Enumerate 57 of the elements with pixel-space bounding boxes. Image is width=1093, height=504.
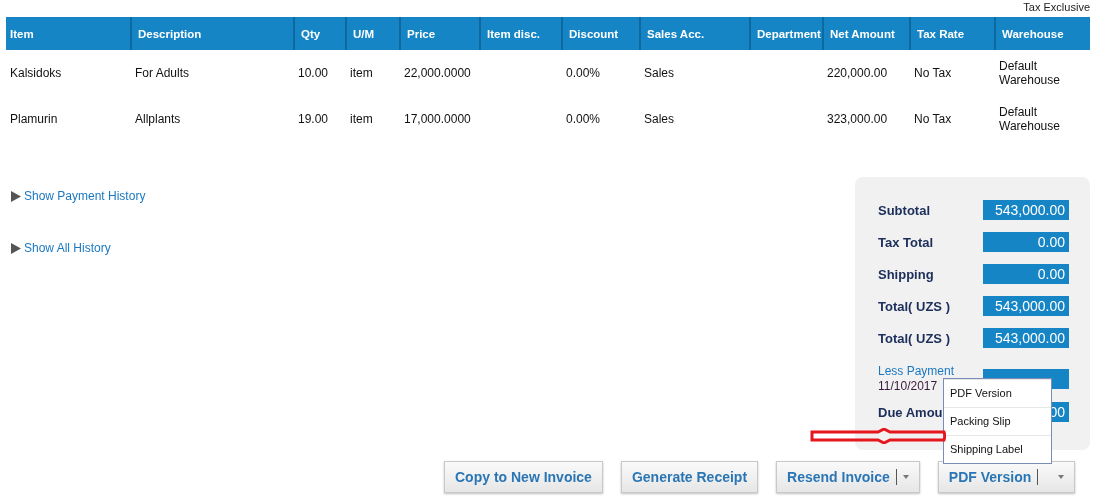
table-cell: 19.00 (298, 112, 329, 126)
action-button[interactable]: Generate Receipt (620, 461, 759, 493)
action-button[interactable]: PDF Version (937, 461, 1076, 493)
column-header: Price (400, 17, 480, 50)
menu-item[interactable]: PDF Version (944, 379, 1051, 407)
table-cell: 22,000.0000 (404, 66, 471, 80)
total-value: 543,000.00 (983, 200, 1069, 220)
column-header: Net Amount (823, 17, 910, 50)
table-cell: Default Warehouse (999, 105, 1060, 133)
table-cell: Sales (644, 112, 675, 126)
menu-item[interactable]: Packing Slip (944, 407, 1051, 435)
table-cell: Default Warehouse (999, 59, 1060, 87)
action-button[interactable]: Copy to New Invoice (444, 461, 603, 493)
column-header: Tax Rate (910, 17, 995, 50)
table-cell: Plamurin (10, 112, 58, 126)
total-label: Tax Total (878, 234, 934, 250)
column-header: Qty (294, 17, 346, 50)
table-cell: Sales (644, 66, 675, 80)
history-link[interactable]: Show All History (11, 241, 111, 255)
menu-item[interactable]: Shipping Label (944, 435, 1051, 463)
table-cell: item (350, 112, 373, 126)
column-header: Description (131, 17, 294, 50)
table-cell: 323,000.00 (827, 112, 888, 126)
payment-link[interactable]: Less Payment (878, 364, 955, 379)
table-cell: No Tax (914, 66, 952, 80)
total-value: 543,000.00 (983, 328, 1069, 348)
caret-right-icon (11, 242, 21, 254)
action-button[interactable]: Resend Invoice (776, 461, 920, 493)
column-header: Warehouse (995, 17, 1090, 50)
caret-right-icon (11, 190, 21, 202)
total-value: 0.00 (983, 264, 1069, 284)
column-header: U/M (346, 17, 400, 50)
total-label: Shipping (878, 266, 934, 282)
table-cell: Kalsidoks (10, 66, 62, 80)
total-label: Due Amou (878, 404, 943, 420)
table-cell: 0.00% (566, 66, 601, 80)
table-cell: 0.00% (566, 112, 601, 126)
table-cell: Allplants (135, 112, 181, 126)
tax-mode-label: Tax Exclusive (1023, 1, 1090, 15)
column-header: Item (6, 17, 131, 50)
table-cell: For Adults (135, 66, 190, 80)
history-link[interactable]: Show Payment History (11, 189, 146, 203)
table-cell: 220,000.00 (827, 66, 888, 80)
total-label: Total( UZS ) (878, 330, 950, 346)
table-cell: 17,000.0000 (404, 112, 471, 126)
column-header: Department (750, 17, 823, 50)
table-cell: item (350, 66, 373, 80)
column-header: Sales Acc. (640, 17, 750, 50)
table-cell: 10.00 (298, 66, 329, 80)
column-header: Discount (562, 17, 640, 50)
column-header: Item disc. (480, 17, 562, 50)
total-value: 0.00 (983, 232, 1069, 252)
total-value: 543,000.00 (983, 296, 1069, 316)
total-label: Total( UZS ) (878, 298, 950, 314)
payment-date: 11/10/2017 (878, 379, 939, 394)
table-cell: No Tax (914, 112, 952, 126)
total-label: Subtotal (878, 202, 930, 218)
